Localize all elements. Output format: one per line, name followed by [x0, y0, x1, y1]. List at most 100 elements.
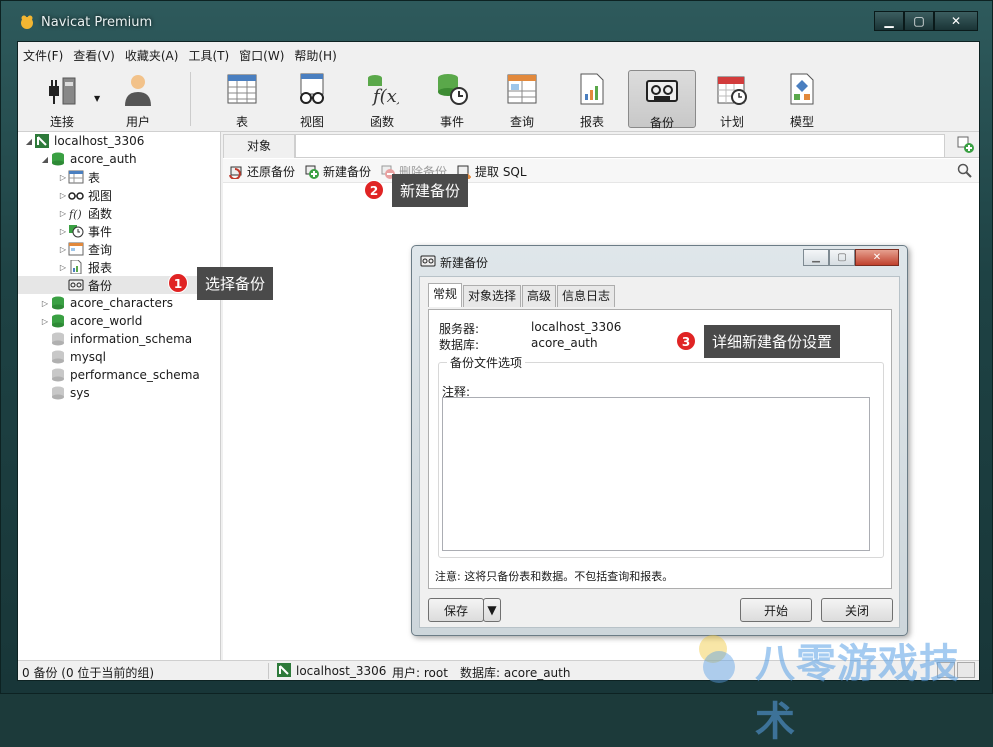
- backup-note: 注意: 这将只备份表和数据。不包括查询和报表。: [435, 570, 674, 583]
- toolbar-event-button[interactable]: 事件: [420, 70, 484, 129]
- minimize-button[interactable]: ▁: [874, 11, 904, 31]
- toolbar-connect-button[interactable]: 连接: [30, 70, 94, 129]
- menu-bar: 文件(F) 查看(V) 收藏夹(A) 工具(T) 窗口(W) 帮助(H): [18, 44, 342, 66]
- toolbar-table-button[interactable]: 表: [210, 70, 274, 129]
- toolbar-report-button[interactable]: 报表: [560, 70, 624, 129]
- restore-backup-button[interactable]: 还原备份: [229, 163, 295, 180]
- menu-window[interactable]: 窗口(W): [234, 44, 289, 66]
- close-button[interactable]: ✕: [934, 11, 978, 31]
- database-inactive-icon: [52, 350, 64, 364]
- database-value: acore_auth: [531, 336, 598, 350]
- tree-node-queries[interactable]: ▷ 查询: [18, 240, 221, 258]
- connect-dropdown-arrow[interactable]: ▼: [94, 94, 100, 103]
- menu-help[interactable]: 帮助(H): [289, 44, 341, 66]
- toolbar-schedule-button[interactable]: 计划: [700, 70, 764, 129]
- tree-node-reports[interactable]: ▷ 报表: [18, 258, 221, 276]
- model-icon: [790, 73, 814, 105]
- user-icon: [125, 75, 151, 106]
- maximize-button[interactable]: ▢: [904, 11, 934, 31]
- tree-node-views[interactable]: ▷ 视图: [18, 186, 221, 204]
- save-button[interactable]: 保存: [428, 598, 484, 622]
- tab-message-log[interactable]: 信息日志: [557, 285, 616, 307]
- expand-arrow-icon[interactable]: ▷: [58, 191, 68, 200]
- tree-db[interactable]: ▷ acore_characters: [18, 294, 221, 312]
- dialog-tabs: 常规 对象选择 高级 信息日志: [428, 283, 616, 307]
- status-database: 数据库: acore_auth: [460, 666, 571, 680]
- annotation-callout-1: 选择备份: [197, 267, 274, 300]
- collapse-arrow-icon[interactable]: ◢: [40, 155, 50, 164]
- dialog-minimize-button[interactable]: ▁: [803, 249, 829, 266]
- expand-arrow-icon[interactable]: ▷: [40, 299, 50, 308]
- menu-view[interactable]: 查看(V): [68, 44, 120, 66]
- tree-connection[interactable]: ◢ localhost_3306: [18, 132, 221, 150]
- query-icon: [68, 242, 84, 256]
- dialog-maximize-button[interactable]: ▢: [829, 249, 855, 266]
- expand-arrow-icon[interactable]: ▷: [58, 173, 68, 182]
- tree-db[interactable]: sys: [18, 384, 221, 402]
- tab-advanced[interactable]: 高级: [522, 285, 557, 307]
- new-backup-button[interactable]: 新建备份: [305, 163, 371, 180]
- tree-node-functions[interactable]: ▷ f() 函数: [18, 204, 221, 222]
- collapse-arrow-icon[interactable]: ◢: [24, 137, 34, 146]
- start-button[interactable]: 开始: [740, 598, 812, 622]
- event-clock-icon: [69, 225, 84, 238]
- connection-icon: [277, 663, 291, 677]
- tree-db-acore-auth[interactable]: ◢ acore_auth: [18, 150, 221, 168]
- database-inactive-icon: [52, 386, 64, 400]
- view-glasses-icon: [68, 192, 84, 200]
- menu-tools[interactable]: 工具(T): [183, 44, 234, 66]
- server-value: localhost_3306: [531, 320, 622, 334]
- toolbar-backup-button[interactable]: 备份: [628, 70, 696, 130]
- backup-file-options: 备份文件选项 注释:: [438, 354, 884, 558]
- navicat-logo-icon: [21, 15, 33, 29]
- tree-db[interactable]: performance_schema: [18, 366, 221, 384]
- tree-db[interactable]: information_schema: [18, 330, 221, 348]
- window-title: Navicat Premium: [41, 15, 153, 30]
- tab-strip: [295, 134, 945, 158]
- tab-objects[interactable]: 对象: [223, 134, 295, 158]
- dialog-close-button[interactable]: ✕: [855, 249, 899, 266]
- expand-arrow-icon[interactable]: ▷: [58, 245, 68, 254]
- function-icon: f(): [68, 208, 82, 220]
- new-tab-icon[interactable]: [957, 136, 975, 154]
- title-bar: Navicat Premium ▁ ▢ ✕: [1, 1, 993, 41]
- menu-file[interactable]: 文件(F): [18, 44, 68, 66]
- expand-arrow-icon[interactable]: ▷: [58, 227, 68, 236]
- toolbar-model-button[interactable]: 模型: [770, 70, 834, 129]
- expand-arrow-icon[interactable]: ▷: [58, 263, 68, 272]
- annotation-callout-2: 新建备份: [392, 174, 469, 207]
- comment-input[interactable]: [442, 397, 870, 551]
- menu-favorites[interactable]: 收藏夹(A): [120, 44, 184, 66]
- expand-arrow-icon[interactable]: ▷: [58, 209, 68, 218]
- status-connection: localhost_3306: [296, 664, 387, 678]
- annotation-badge-2: 2: [364, 180, 384, 200]
- close-dialog-button[interactable]: 关闭: [821, 598, 893, 622]
- backup-tape-icon: [68, 279, 84, 291]
- backup-tape-icon: [420, 255, 436, 267]
- toolbar-user-button[interactable]: 用户: [106, 70, 170, 129]
- tab-bar: 对象: [223, 132, 979, 158]
- server-label: 服务器:: [439, 322, 480, 336]
- table-icon: [227, 74, 257, 104]
- watermark-text: 八零游戏技术: [755, 641, 960, 745]
- annotation-callout-3: 详细新建备份设置: [704, 325, 841, 358]
- toolbar-function-button[interactable]: f(x) 函数: [350, 70, 414, 129]
- search-icon[interactable]: [957, 163, 973, 179]
- tree-node-tables[interactable]: ▷ 表: [18, 168, 221, 186]
- tree-db[interactable]: mysql: [18, 348, 221, 366]
- tab-general[interactable]: 常规: [428, 283, 463, 307]
- add-icon: [305, 165, 319, 179]
- tree-db[interactable]: ▷ acore_world: [18, 312, 221, 330]
- function-icon: f(x): [368, 75, 404, 107]
- table-icon: [68, 170, 84, 184]
- expand-arrow-icon[interactable]: ▷: [40, 317, 50, 326]
- tree-node-backups[interactable]: 备份: [18, 276, 221, 294]
- backup-tape-icon: [646, 80, 678, 102]
- toolbar-view-button[interactable]: 视图: [280, 70, 344, 129]
- dialog-title: 新建备份: [440, 256, 489, 270]
- annotation-badge-1: 1: [168, 273, 188, 293]
- tree-node-events[interactable]: ▷ 事件: [18, 222, 221, 240]
- save-dropdown-button[interactable]: ▼: [483, 598, 501, 622]
- tab-object-selection[interactable]: 对象选择: [463, 285, 522, 307]
- toolbar-query-button[interactable]: 查询: [490, 70, 554, 129]
